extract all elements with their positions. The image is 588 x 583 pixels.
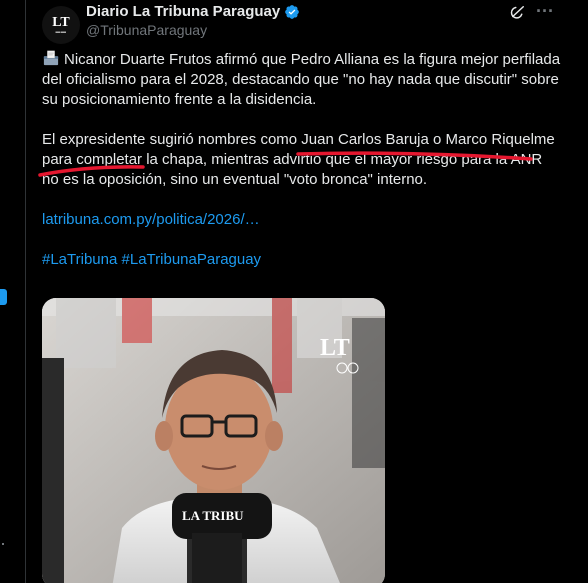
- mic-label: LA TRIBU: [182, 508, 244, 523]
- verified-badge-icon: [285, 4, 300, 19]
- avatar-logo-text: LT: [52, 14, 70, 30]
- side-dot: [2, 543, 4, 545]
- more-options-icon[interactable]: ···: [534, 1, 556, 21]
- tweet-header: LT ▬▬ Diario La Tribuna Paraguay @Tribun…: [26, 0, 588, 46]
- ballot-box-emoji: [43, 50, 59, 66]
- paragraph-1-text: Nicanor Duarte Frutos afirmó que Pedro A…: [42, 51, 561, 108]
- article-link[interactable]: latribuna.com.py/politica/2026/…: [42, 210, 562, 230]
- tweet-text: Nicanor Duarte Frutos afirmó que Pedro A…: [42, 50, 562, 270]
- tweet-card[interactable]: LT ▬▬ Diario La Tribuna Paraguay @Tribun…: [25, 0, 588, 583]
- side-indicator: [0, 289, 7, 305]
- avatar-sub-mark: ▬▬: [55, 28, 67, 35]
- tweet-photo[interactable]: LA TRIBU LT: [42, 298, 385, 583]
- avatar[interactable]: LT ▬▬: [42, 6, 80, 44]
- photo-content: LA TRIBU LT: [42, 298, 385, 583]
- hashtags: #LaTribuna #LaTribunaParaguay: [42, 250, 562, 270]
- account-name[interactable]: Diario La Tribuna Paraguay: [86, 3, 280, 20]
- account-handle[interactable]: @TribunaParaguay: [86, 22, 207, 38]
- hashtag-latribunaparaguay[interactable]: #LaTribunaParaguay: [122, 251, 262, 268]
- name-row: Diario La Tribuna Paraguay: [86, 3, 300, 20]
- hashtag-latribuna[interactable]: #LaTribuna: [42, 251, 117, 268]
- tweet-paragraph-2: El expresidente sugirió nombres como Jua…: [42, 131, 555, 188]
- tweet-paragraph-1: Nicanor Duarte Frutos afirmó que Pedro A…: [42, 50, 562, 110]
- photo-watermark-logo: LT: [320, 335, 350, 361]
- grok-icon[interactable]: [509, 3, 527, 21]
